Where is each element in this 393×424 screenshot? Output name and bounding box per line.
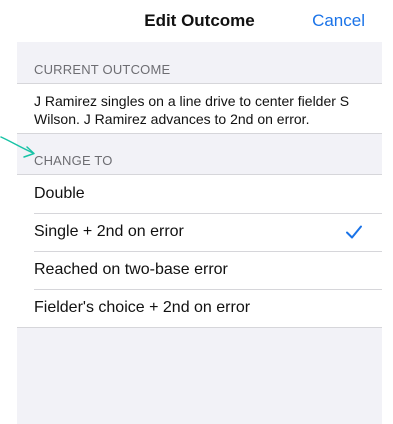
annotation-arrow-icon [0, 136, 35, 158]
nav-bar: Edit Outcome Cancel [17, 0, 382, 42]
option-label: Double [34, 185, 85, 202]
change-to-list: Double Single + 2nd on error Reached on … [17, 174, 382, 328]
option-label: Fielder's choice + 2nd on error [34, 299, 251, 316]
option-label: Single + 2nd on error [34, 223, 184, 240]
option-two-base-error[interactable]: Reached on two-base error [17, 251, 382, 289]
cancel-button[interactable]: Cancel [312, 0, 365, 42]
current-outcome-box: J Ramirez singles on a line drive to cen… [17, 83, 382, 134]
option-fielders-choice[interactable]: Fielder's choice + 2nd on error [17, 289, 382, 327]
change-to-header: CHANGE TO [34, 153, 113, 168]
current-outcome-text: J Ramirez singles on a line drive to cen… [34, 93, 350, 127]
checkmark-icon [346, 225, 362, 239]
edit-outcome-sheet: Edit Outcome Cancel CURRENT OUTCOME J Ra… [17, 0, 382, 424]
option-single-2nd-on-error[interactable]: Single + 2nd on error [17, 213, 382, 251]
option-label: Reached on two-base error [34, 261, 228, 278]
current-outcome-header: CURRENT OUTCOME [34, 62, 171, 77]
option-double[interactable]: Double [17, 175, 382, 213]
